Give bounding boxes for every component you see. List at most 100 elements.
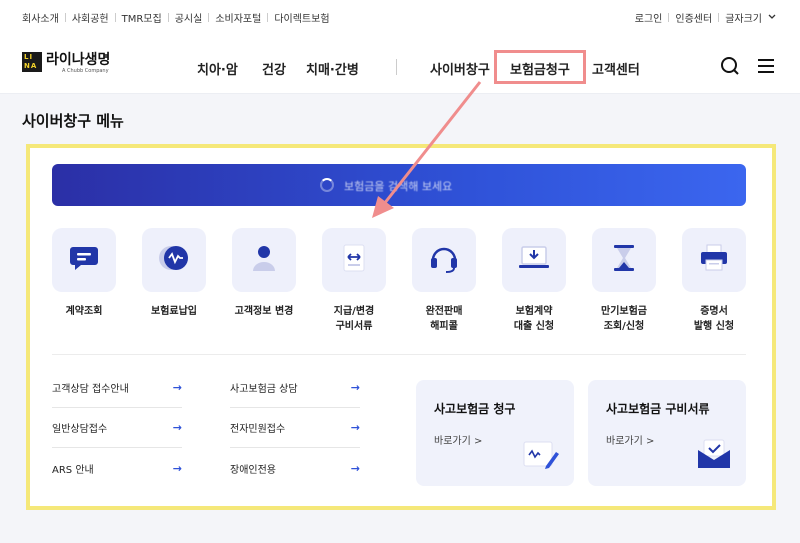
menu-tile <box>592 228 656 292</box>
logo-subtitle: A Chubb Company <box>62 68 109 74</box>
headset-icon <box>428 242 460 278</box>
link-list-left: 고객상담 접수안내 → 일반상담접수 → ARS 안내 → <box>52 368 182 488</box>
link-ars-guide[interactable]: ARS 안내 → <box>52 448 182 488</box>
divider <box>208 13 210 22</box>
utility-link-direct[interactable]: 다이렉트보험 <box>274 10 329 25</box>
arrow-right-icon: → <box>350 461 360 475</box>
logo[interactable]: LI NA 라이나생명 A Chubb Company <box>22 52 110 75</box>
menu-icon[interactable] <box>756 56 776 80</box>
document-swap-icon <box>339 242 369 278</box>
menu-label: 고객정보 변경 <box>234 306 294 317</box>
loading-spinner-icon <box>320 178 334 192</box>
menu-item-maturity-benefit[interactable]: 만기보험금 조회/신청 <box>579 228 669 334</box>
menu-item-happy-call[interactable]: 완전판매 해피콜 <box>399 228 489 334</box>
logo-mark: LI NA <box>22 52 42 72</box>
menu-item-certificate[interactable]: 증명서 발행 신청 <box>669 228 759 334</box>
arrow-right-icon: → <box>172 421 182 434</box>
link-label: 고객상담 접수안내 <box>52 384 129 395</box>
utility-left-links: 회사소개 사회공헌 TMR모집 공시실 소비자포털 다이렉트보험 <box>22 10 330 25</box>
chevron-down-icon <box>768 12 776 23</box>
utility-link-consumer-portal[interactable]: 소비자포털 <box>215 10 261 25</box>
menu-item-premium-payment[interactable]: 보험료납입 <box>129 228 219 319</box>
card-accident-documents[interactable]: 사고보험금 구비서류 바로가기 > <box>588 380 746 486</box>
menu-tile <box>232 228 296 292</box>
arrow-right-icon: → <box>350 421 360 434</box>
link-consultation-guide[interactable]: 고객상담 접수안내 → <box>52 368 182 408</box>
utility-bar: 회사소개 사회공헌 TMR모집 공시실 소비자포털 다이렉트보험 로그인 인증센… <box>0 0 800 32</box>
menu-item-contract-inquiry[interactable]: 계약조회 <box>39 228 129 319</box>
divider <box>718 13 720 22</box>
payment-icon <box>157 242 191 278</box>
menu-label: 완전판매 해피콜 <box>425 306 463 332</box>
menu-label: 지급/변경 구비서류 <box>333 306 375 332</box>
font-size-toggle[interactable]: 글자크기 <box>725 10 762 25</box>
menu-tile <box>412 228 476 292</box>
arrow-right-icon: → <box>172 381 182 394</box>
menu-item-loan-request[interactable]: 보험계약 대출 신청 <box>489 228 579 334</box>
user-icon <box>249 242 279 278</box>
menu-label: 만기보험금 조회/신청 <box>601 306 647 332</box>
menu-item-payment-documents[interactable]: 지급/변경 구비서류 <box>309 228 399 334</box>
download-laptop-icon <box>517 243 551 277</box>
utility-link-disclosure[interactable]: 공시실 <box>175 10 203 25</box>
section-divider <box>52 354 746 355</box>
link-accessibility[interactable]: 장애인전용 → <box>230 448 360 488</box>
link-label: 사고보험금 상담 <box>230 384 298 395</box>
arrow-right-icon: → <box>172 461 182 475</box>
auth-center-link[interactable]: 인증센터 <box>675 10 712 25</box>
search-placeholder: 보험금을 검색해 보세요 <box>344 180 453 193</box>
menu-tile <box>142 228 206 292</box>
divider <box>668 13 670 22</box>
card-accident-claim[interactable]: 사고보험금 청구 바로가기 > <box>416 380 574 486</box>
link-label: ARS 안내 <box>52 464 94 476</box>
arrow-right-icon: → <box>350 381 360 394</box>
card-title: 사고보험금 청구 <box>434 402 516 416</box>
hourglass-icon <box>611 242 637 278</box>
divider <box>64 13 66 22</box>
link-label: 전자민원접수 <box>230 424 286 435</box>
card-title: 사고보험금 구비서류 <box>606 402 710 416</box>
annotation-highlight-box <box>494 50 586 84</box>
menu-tile <box>682 228 746 292</box>
menu-tile <box>502 228 566 292</box>
menu-label: 계약조회 <box>65 306 103 317</box>
main-header: LI NA 라이나생명 A Chubb Company 치아·암 건강 치매·간병… <box>0 32 800 94</box>
gnb-item-dementia-care[interactable]: 치매·간병 <box>306 59 359 78</box>
link-label: 일반상담접수 <box>52 424 108 435</box>
divider <box>267 13 269 22</box>
card-link[interactable]: 바로가기 > <box>606 432 654 447</box>
login-link[interactable]: 로그인 <box>635 10 663 25</box>
gnb-item-dental-cancer[interactable]: 치아·암 <box>197 59 238 78</box>
gnb-item-health[interactable]: 건강 <box>262 59 286 78</box>
signed-document-icon <box>522 438 560 474</box>
menu-label: 보험료납입 <box>151 306 197 317</box>
utility-link-csr[interactable]: 사회공헌 <box>72 10 109 25</box>
utility-link-about[interactable]: 회사소개 <box>22 10 59 25</box>
divider <box>167 13 169 22</box>
page-title: 사이버창구 메뉴 <box>22 112 124 130</box>
chat-icon <box>68 242 100 278</box>
card-link[interactable]: 바로가기 > <box>434 432 482 447</box>
cyber-center-panel: 보험금을 검색해 보세요 계약조회 보험료납입 고객정보 변경 지급/변경 구비… <box>26 144 776 510</box>
gnb-divider <box>396 59 397 75</box>
divider <box>114 13 116 22</box>
link-label: 장애인전용 <box>230 464 276 476</box>
link-accident-claim-consult[interactable]: 사고보험금 상담 → <box>230 368 360 408</box>
search-bar[interactable]: 보험금을 검색해 보세요 <box>52 164 746 206</box>
utility-right-links: 로그인 인증센터 글자크기 <box>635 10 776 25</box>
menu-label: 보험계약 대출 신청 <box>513 306 555 332</box>
menu-label: 증명서 발행 신청 <box>693 306 735 332</box>
logo-name: 라이나생명 <box>46 52 111 68</box>
printer-icon <box>698 243 730 277</box>
menu-tile <box>52 228 116 292</box>
gnb-item-customer-center[interactable]: 고객센터 <box>592 59 640 78</box>
link-list-right: 사고보험금 상담 → 전자민원접수 → 장애인전용 → <box>230 368 360 488</box>
link-general-consultation[interactable]: 일반상담접수 → <box>52 408 182 448</box>
mail-check-icon <box>696 438 732 474</box>
search-icon[interactable] <box>720 56 740 80</box>
menu-item-customer-info-change[interactable]: 고객정보 변경 <box>219 228 309 319</box>
utility-link-tmr[interactable]: TMR모집 <box>122 10 162 25</box>
gnb-item-cyber-center[interactable]: 사이버창구 <box>430 59 490 78</box>
menu-tile <box>322 228 386 292</box>
link-e-complaint[interactable]: 전자민원접수 → <box>230 408 360 448</box>
